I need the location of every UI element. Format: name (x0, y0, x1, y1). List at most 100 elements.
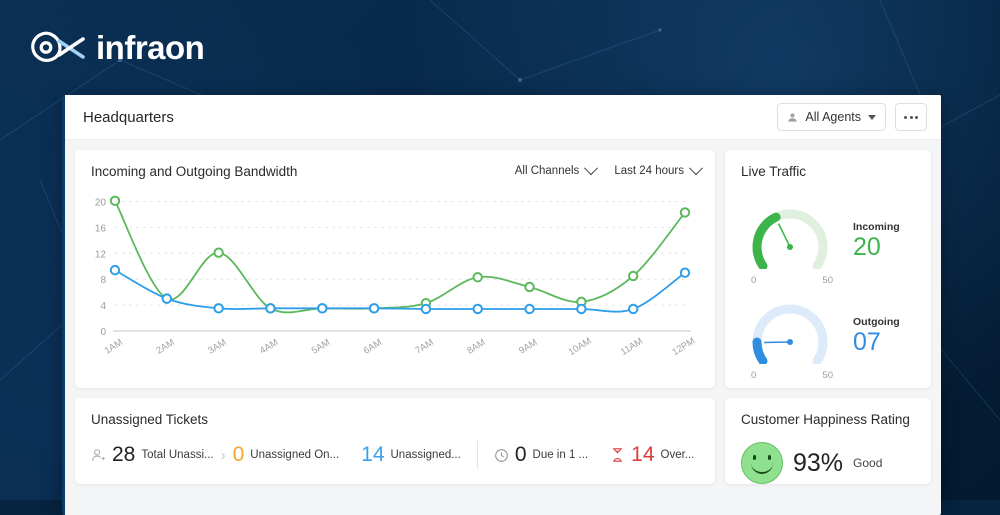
data-point[interactable] (370, 304, 378, 312)
y-axis-tick: 4 (100, 301, 106, 312)
brand-name: infraon (96, 29, 204, 67)
gauge-value: 20 (853, 234, 900, 260)
x-axis-tick: 8AM (465, 337, 487, 357)
gauge-list: 050Incoming20050Outgoing07 (725, 179, 931, 381)
ticket-stat[interactable]: 0 Due in 1 ... (494, 443, 588, 467)
series-line-incoming (115, 201, 685, 313)
ticket-stat-value: 28 (112, 443, 135, 467)
data-point[interactable] (474, 273, 482, 281)
data-point[interactable] (577, 305, 585, 313)
tickets-row: 28Total Unassi... › 0Unassigned On... 14 Una… (75, 427, 715, 469)
x-axis-tick: 5AM (310, 337, 332, 357)
data-point[interactable] (422, 305, 430, 313)
live-traffic-card: Live Traffic 050Incoming20050Outgoing07 (725, 150, 931, 388)
person-add-icon (91, 448, 106, 463)
x-axis-tick: 12PM (670, 336, 695, 359)
bandwidth-plot: 0481216201AM2AM3AM4AM5AM6AM7AM8AM9AM10AM… (75, 183, 715, 379)
y-axis-tick: 0 (100, 327, 106, 338)
data-point[interactable] (681, 208, 689, 216)
more-dot (910, 116, 913, 119)
x-axis-tick: 3AM (206, 337, 228, 357)
smiley-eye (753, 455, 756, 460)
gauge-incoming: 0 50 Incoming20 (725, 191, 931, 286)
all-agents-filter[interactable]: All Agents (777, 103, 886, 131)
ticket-divider (477, 441, 478, 469)
ticket-stat[interactable]: 28Total Unassi... (91, 443, 214, 467)
data-point[interactable] (525, 305, 533, 313)
range-filter[interactable]: Last 24 hours (614, 165, 701, 177)
data-point[interactable] (163, 294, 171, 302)
ticket-stat[interactable]: 14 Over... (610, 443, 694, 467)
gauge-scale: 050 (741, 369, 839, 381)
gauge-value: 07 (853, 329, 900, 355)
gauge-readout: Incoming20 (853, 221, 900, 260)
happiness-rating-word: Good (853, 456, 882, 470)
smiley-eye (768, 455, 771, 460)
chevron-down-icon (689, 161, 703, 175)
x-axis-tick: 6AM (362, 337, 384, 357)
data-point[interactable] (474, 305, 482, 313)
x-axis-tick: 2AM (154, 337, 176, 357)
gauge-min: 0 (751, 275, 756, 286)
data-point[interactable] (525, 283, 533, 291)
x-axis-tick: 7AM (413, 337, 435, 357)
ticket-stat-value: 0 (233, 443, 245, 467)
ticket-stat-value: 14 (361, 443, 384, 467)
x-axis-tick: 1AM (102, 337, 124, 357)
happiness-title: Customer Happiness Rating (725, 398, 931, 427)
gauge-min: 0 (751, 370, 756, 381)
happiness-card: Customer Happiness Rating 93% Good (725, 398, 931, 484)
chevron-down-icon (584, 161, 598, 175)
data-point[interactable] (629, 305, 637, 313)
more-dot (904, 116, 907, 119)
data-point[interactable] (111, 266, 119, 274)
gauge-max: 50 (822, 275, 833, 286)
data-point[interactable] (681, 269, 689, 277)
unassigned-tickets-card: Unassigned Tickets 28Total Unassi...›0Un… (75, 398, 715, 484)
data-point[interactable] (214, 248, 222, 256)
dashboard-window: Headquarters All Agents Incoming and Out… (62, 95, 941, 515)
ticket-stat[interactable]: 0Unassigned On... (233, 443, 340, 467)
y-axis-tick: 20 (95, 197, 107, 208)
ticket-separator: › (221, 447, 226, 464)
bandwidth-filters: All Channels Last 24 hours (515, 164, 701, 177)
data-point[interactable] (266, 304, 274, 312)
gauge-dial: 0 50 (741, 195, 839, 286)
y-axis-tick: 8 (100, 275, 106, 286)
x-axis-tick: 11AM (619, 336, 645, 358)
bandwidth-card: Incoming and Outgoing Bandwidth All Chan… (75, 150, 715, 388)
live-traffic-title: Live Traffic (725, 150, 931, 179)
x-axis-tick: 4AM (258, 337, 280, 357)
gauge-label: Outgoing (853, 316, 900, 328)
ticket-stat-label: Over... (661, 449, 695, 461)
bandwidth-title: Incoming and Outgoing Bandwidth (91, 164, 515, 179)
y-axis-tick: 12 (95, 249, 107, 260)
data-point[interactable] (318, 304, 326, 312)
more-options-button[interactable] (895, 103, 927, 131)
more-dot (915, 116, 918, 119)
unassigned-tickets-title: Unassigned Tickets (75, 398, 715, 427)
smiley-face-icon (741, 442, 783, 484)
ticket-stat-label: Unassigned... (391, 449, 461, 461)
brand-logo: infraon (30, 28, 204, 68)
ticket-stat-label: Due in 1 ... (533, 449, 589, 461)
data-point[interactable] (214, 304, 222, 312)
chevron-down-icon (868, 115, 876, 120)
page-title: Headquarters (83, 109, 777, 126)
gauge-dial: 050 (741, 290, 839, 381)
x-axis-tick: 10AM (567, 336, 594, 359)
dashboard-body: Incoming and Outgoing Bandwidth All Chan… (65, 140, 941, 494)
y-axis-tick: 16 (95, 223, 107, 234)
smiley-mouth (751, 461, 773, 474)
bandwidth-header: Incoming and Outgoing Bandwidth All Chan… (75, 150, 715, 179)
all-agents-label: All Agents (805, 110, 861, 124)
gauge-label: Incoming (853, 221, 900, 233)
channel-filter[interactable]: All Channels (515, 165, 597, 177)
data-point[interactable] (111, 197, 119, 205)
data-point[interactable] (629, 272, 637, 280)
ticket-stat-value: 14 (631, 443, 654, 467)
ticket-stat[interactable]: 14 Unassigned... (361, 443, 461, 467)
ticket-stat-value: 0 (515, 443, 527, 467)
range-filter-label: Last 24 hours (614, 165, 684, 177)
channel-filter-label: All Channels (515, 165, 580, 177)
